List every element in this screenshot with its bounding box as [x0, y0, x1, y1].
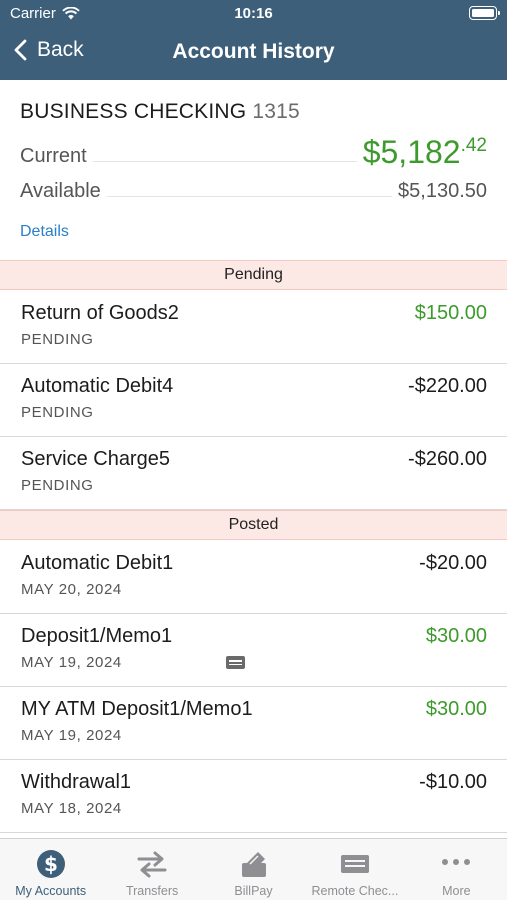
transaction-row[interactable]: Automatic Debit1 MAY 20, 2024 -$20.00: [0, 541, 507, 614]
transaction-description: Deposit1/Memo1: [21, 625, 173, 647]
transaction-date: MAY 18, 2024: [21, 800, 122, 817]
status-time: 10:16: [234, 5, 273, 22]
tab-more[interactable]: More: [406, 839, 507, 900]
transaction-amount: $150.00: [414, 302, 487, 324]
transaction-status: PENDING: [21, 404, 94, 421]
tab-my-accounts[interactable]: $ My Accounts: [0, 839, 101, 900]
tab-transfers[interactable]: Transfers: [101, 839, 202, 900]
transaction-date: MAY 19, 2024: [21, 654, 122, 671]
transaction-amount: $30.00: [425, 698, 487, 720]
transaction-description: Withdrawal1: [21, 771, 132, 793]
account-number: 1315: [252, 100, 300, 123]
available-balance: $5,130.50: [398, 180, 487, 202]
section-header-pending: Pending: [0, 260, 507, 290]
available-label: Available: [20, 180, 101, 202]
transaction-row[interactable]: Automatic Debit4 PENDING -$220.00: [0, 364, 507, 437]
transaction-date: MAY 20, 2024: [21, 581, 122, 598]
account-heading: BUSINESS CHECKING 1315: [20, 100, 300, 124]
transaction-description: Service Charge5: [21, 448, 170, 470]
transaction-row[interactable]: Deposit1/Memo1 MAY 19, 2024 $30.00: [0, 614, 507, 687]
transaction-amount: -$260.00: [408, 448, 487, 470]
dollar-circle-icon: $: [36, 850, 65, 878]
tab-label: My Accounts: [15, 884, 87, 898]
account-name: BUSINESS CHECKING: [20, 100, 247, 123]
current-balance-cents: .42: [460, 135, 487, 156]
available-balance-row: Available $5,130.50: [20, 180, 487, 203]
transaction-description: Automatic Debit4: [21, 375, 174, 397]
tab-remote-check[interactable]: Remote Chec...: [304, 839, 405, 900]
navigation-bar: Back Account History: [0, 28, 507, 80]
top-bar: Carrier 10:16 Back Account History: [0, 0, 507, 80]
svg-text:$: $: [44, 852, 58, 876]
transaction-amount: $30.00: [425, 625, 487, 647]
leader-line: [106, 196, 393, 197]
more-dots-icon: [442, 859, 471, 865]
transaction-row[interactable]: Withdrawal1 MAY 18, 2024 -$10.00: [0, 760, 507, 833]
current-balance-dollars: $5,182: [362, 134, 461, 170]
account-summary: BUSINESS CHECKING 1315 Current $5,182.42…: [0, 80, 507, 261]
transaction-row[interactable]: MY ATM Deposit1/Memo1 MAY 19, 2024 $30.0…: [0, 687, 507, 760]
tab-label: Transfers: [125, 884, 179, 898]
details-link[interactable]: Details: [20, 223, 69, 241]
status-bar: Carrier 10:16: [0, 0, 507, 28]
transfer-arrows-icon: [137, 851, 167, 878]
section-header-posted: Posted: [0, 510, 507, 540]
tab-label: More: [442, 884, 471, 898]
current-label: Current: [20, 145, 87, 167]
transaction-description: Automatic Debit1: [21, 552, 174, 574]
memo-icon: [226, 656, 245, 669]
transaction-date: MAY 19, 2024: [21, 727, 122, 744]
transaction-amount: -$20.00: [419, 552, 487, 574]
transaction-row[interactable]: Return of Goods2 PENDING $150.00: [0, 291, 507, 364]
tab-label: BillPay: [234, 884, 273, 898]
tab-bar: $ My Accounts Transfers BillPay Remote C…: [0, 838, 507, 900]
transaction-amount: -$10.00: [419, 771, 487, 793]
battery-icon: [469, 6, 500, 20]
check-deposit-icon: [340, 855, 369, 873]
transaction-description: MY ATM Deposit1/Memo1: [21, 698, 253, 720]
current-balance-row: Current $5,182.42: [20, 136, 487, 168]
transaction-amount: -$220.00: [408, 375, 487, 397]
billpay-icon: [241, 852, 266, 877]
transaction-status: PENDING: [21, 331, 94, 348]
tab-label: Remote Chec...: [311, 884, 399, 898]
transaction-row[interactable]: Service Charge5 PENDING -$260.00: [0, 437, 507, 510]
leader-line: [92, 161, 357, 162]
transaction-description: Return of Goods2: [21, 302, 179, 324]
page-title: Account History: [172, 40, 335, 63]
transaction-status: PENDING: [21, 477, 94, 494]
tab-billpay[interactable]: BillPay: [203, 839, 304, 900]
current-balance: $5,182.42: [363, 136, 487, 168]
